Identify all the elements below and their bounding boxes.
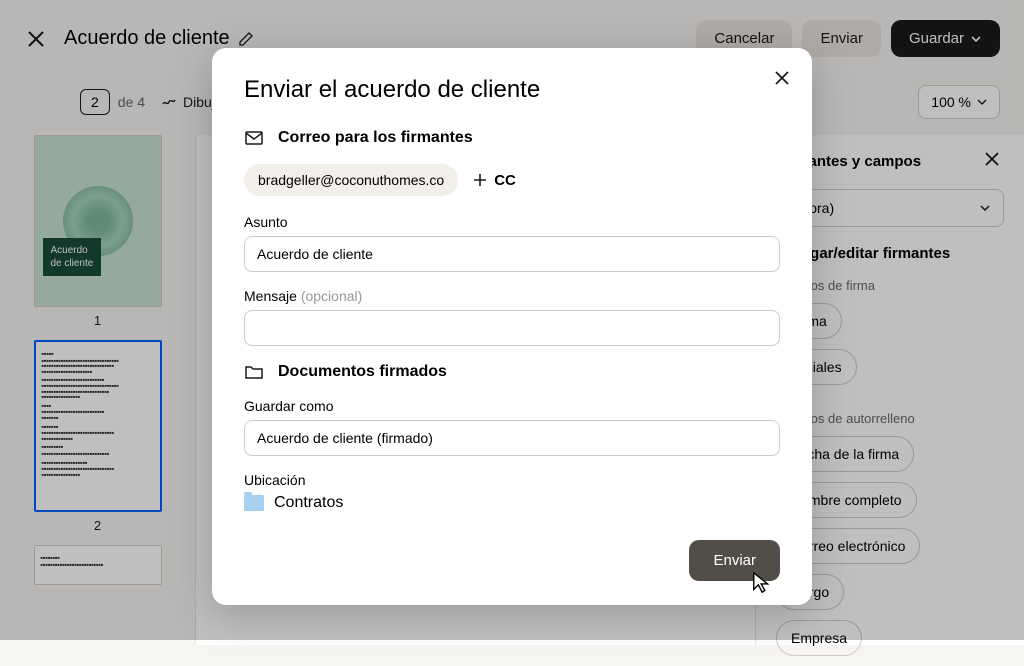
folder-icon: [244, 495, 264, 511]
location-label: Ubicación: [244, 472, 780, 488]
save-as-label: Guardar como: [244, 398, 780, 414]
email-section-title: Correo para los firmantes: [278, 129, 473, 147]
subject-input[interactable]: [244, 236, 780, 272]
folder-outline-icon: [244, 362, 264, 382]
envelope-icon: [244, 128, 264, 148]
signed-docs-title: Documentos firmados: [278, 363, 447, 381]
message-label: Mensaje (opcional): [244, 288, 780, 304]
add-cc-button[interactable]: CC: [472, 172, 516, 189]
send-agreement-modal: Enviar el acuerdo de cliente Correo para…: [212, 48, 812, 605]
save-as-input[interactable]: [244, 420, 780, 456]
plus-icon: [472, 172, 488, 188]
modal-title: Enviar el acuerdo de cliente: [244, 76, 780, 104]
modal-overlay: Enviar el acuerdo de cliente Correo para…: [0, 0, 1024, 640]
modal-send-button[interactable]: Enviar: [689, 540, 780, 581]
message-input[interactable]: [244, 310, 780, 346]
subject-label: Asunto: [244, 214, 780, 230]
recipient-chip[interactable]: bradgeller@coconuthomes.co: [244, 164, 458, 196]
modal-close-icon[interactable]: [770, 66, 794, 90]
location-folder[interactable]: Contratos: [244, 494, 780, 512]
